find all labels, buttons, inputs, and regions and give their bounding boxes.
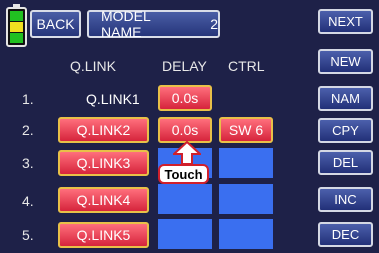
delay-button[interactable]: 0.0s [158, 117, 212, 143]
model-number: 2 [210, 16, 218, 32]
row-number: 1. [22, 91, 34, 107]
ctrl-cell[interactable] [219, 148, 273, 178]
battery-icon [6, 4, 27, 47]
next-button[interactable]: NEXT [318, 9, 373, 34]
qlink-button[interactable]: Q.LINK5 [58, 222, 149, 248]
delay-cell[interactable] [158, 219, 212, 249]
delay-cell[interactable] [158, 184, 212, 214]
copy-button[interactable]: CPY [318, 118, 373, 143]
increment-button[interactable]: INC [318, 187, 373, 212]
touch-callout: Touch [158, 164, 209, 184]
column-header-qlink: Q.LINK [70, 58, 116, 74]
column-header-delay: DELAY [162, 58, 207, 74]
qlink-button[interactable]: Q.LINK3 [58, 150, 149, 176]
row-number: 3. [22, 155, 34, 171]
ctrl-button[interactable]: SW 6 [219, 117, 273, 143]
quick-link-screen: BACK MODEL NAME 2 NEXT NEW NAM CPY DEL I… [0, 0, 379, 253]
ctrl-cell[interactable] [219, 184, 273, 214]
row-number: 5. [22, 227, 34, 243]
up-arrow-icon [173, 141, 201, 165]
qlink-name-text: Q.LINK1 [86, 91, 140, 107]
row-number: 4. [22, 193, 34, 209]
new-button[interactable]: NEW [318, 49, 373, 74]
delay-button[interactable]: 0.0s [158, 85, 212, 111]
row-number: 2. [22, 122, 34, 138]
model-name-field[interactable]: MODEL NAME 2 [87, 8, 220, 40]
ctrl-cell[interactable] [219, 219, 273, 249]
back-button[interactable]: BACK [30, 10, 81, 38]
decrement-button[interactable]: DEC [318, 222, 373, 247]
qlink-button[interactable]: Q.LINK2 [58, 117, 149, 143]
column-header-ctrl: CTRL [228, 58, 265, 74]
qlink-button[interactable]: Q.LINK4 [58, 187, 149, 213]
model-name-label: MODEL NAME [101, 8, 151, 40]
delete-button[interactable]: DEL [318, 150, 373, 175]
name-button[interactable]: NAM [318, 86, 373, 111]
